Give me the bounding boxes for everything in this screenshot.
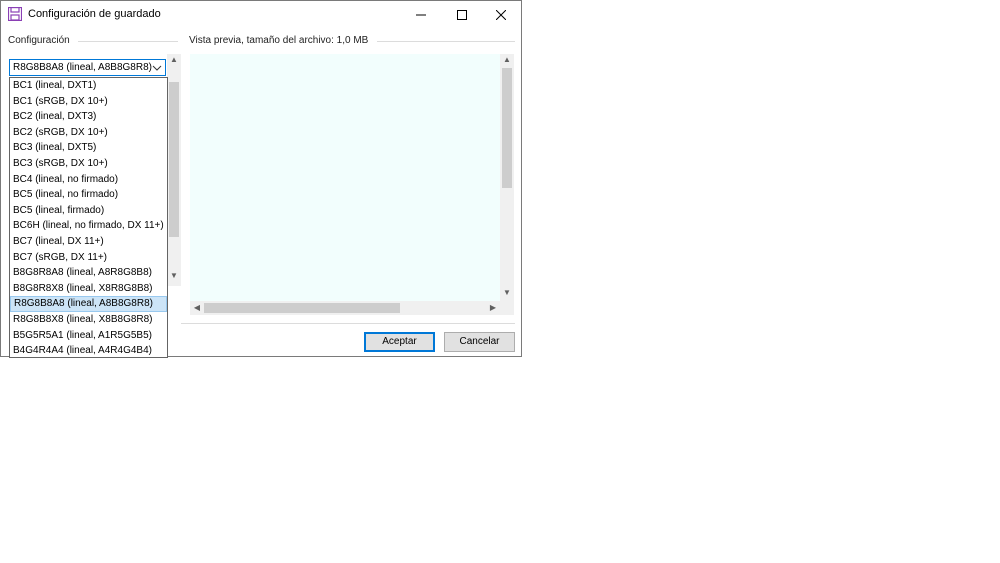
floppy-disk-icon — [8, 7, 22, 21]
scroll-up-arrow-icon[interactable]: ▲ — [167, 54, 181, 66]
dropdown-option[interactable]: BC5 (lineal, firmado) — [10, 203, 167, 219]
dropdown-option[interactable]: BC7 (lineal, DX 11+) — [10, 234, 167, 250]
close-button[interactable] — [481, 1, 521, 29]
preview-vertical-scrollbar[interactable]: ▲ ▼ — [500, 54, 514, 301]
scrollbar-thumb[interactable] — [502, 68, 512, 188]
dropdown-option[interactable]: BC1 (sRGB, DX 10+) — [10, 94, 167, 110]
dropdown-option[interactable]: BC7 (sRGB, DX 11+) — [10, 250, 167, 266]
scrollbar-thumb[interactable] — [204, 303, 400, 313]
button-divider — [181, 323, 515, 324]
title-bar[interactable]: Configuración de guardado — [1, 1, 521, 29]
scroll-up-arrow-icon[interactable]: ▲ — [500, 54, 514, 66]
preview-area — [190, 54, 500, 301]
configuration-label: Configuración — [8, 35, 70, 46]
scroll-right-arrow-icon[interactable]: ▶ — [486, 301, 500, 315]
preview-group-line — [377, 41, 515, 42]
preview-horizontal-scrollbar[interactable]: ◀ ▶ — [190, 301, 500, 315]
minimize-icon — [416, 14, 426, 16]
scroll-left-arrow-icon[interactable]: ◀ — [190, 301, 204, 315]
dropdown-option[interactable]: BC6H (lineal, no firmado, DX 11+) — [10, 218, 167, 234]
cancel-button[interactable]: Cancelar — [444, 332, 515, 352]
dropdown-option[interactable]: B5G5R5A1 (lineal, A1R5G5B5) — [10, 328, 167, 344]
save-settings-dialog: Configuración de guardado Configuración … — [0, 0, 522, 358]
scroll-down-arrow-icon[interactable]: ▼ — [167, 270, 181, 282]
close-icon — [496, 10, 506, 20]
preview-label: Vista previa, tamaño del archivo: 1,0 MB — [189, 35, 369, 46]
configuration-group-line — [78, 41, 178, 42]
dropdown-option[interactable]: BC2 (lineal, DXT3) — [10, 109, 167, 125]
maximize-button[interactable] — [442, 1, 482, 29]
format-dropdown-list[interactable]: BC1 (lineal, DXT1) BC1 (sRGB, DX 10+) BC2 … — [9, 77, 168, 358]
format-combobox[interactable]: R8G8B8A8 (lineal, A8B8G8R8) — [9, 59, 166, 76]
dropdown-option[interactable]: B8G8R8A8 (lineal, A8R8G8B8) — [10, 265, 167, 281]
dropdown-option[interactable]: BC5 (lineal, no firmado) — [10, 187, 167, 203]
dropdown-option[interactable]: BC3 (lineal, DXT5) — [10, 140, 167, 156]
scroll-down-arrow-icon[interactable]: ▼ — [500, 287, 514, 299]
config-list-scrollbar[interactable]: ▲ ▼ — [167, 54, 181, 286]
dropdown-option[interactable]: R8G8B8X8 (lineal, X8B8G8R8) — [10, 312, 167, 328]
scrollbar-corner — [500, 301, 514, 315]
dropdown-option[interactable]: BC1 (lineal, DXT1) — [10, 78, 167, 94]
dropdown-option[interactable]: BC3 (sRGB, DX 10+) — [10, 156, 167, 172]
accept-button[interactable]: Aceptar — [364, 332, 435, 352]
dropdown-option[interactable]: R8G8B8A8 (lineal, A8B8G8R8) — [10, 296, 167, 312]
maximize-icon — [457, 10, 467, 20]
scrollbar-thumb[interactable] — [169, 82, 179, 237]
window-title: Configuración de guardado — [28, 8, 161, 20]
combobox-selected-value: R8G8B8A8 (lineal, A8B8G8R8) — [13, 62, 152, 73]
dropdown-option[interactable]: BC2 (sRGB, DX 10+) — [10, 125, 167, 141]
dropdown-option[interactable]: B4G4R4A4 (lineal, A4R4G4B4) — [10, 343, 167, 357]
minimize-button[interactable] — [401, 1, 441, 29]
dropdown-option[interactable]: B8G8R8X8 (lineal, X8R8G8B8) — [10, 281, 167, 297]
dropdown-option[interactable]: BC4 (lineal, no firmado) — [10, 172, 167, 188]
chevron-down-icon — [152, 65, 162, 71]
